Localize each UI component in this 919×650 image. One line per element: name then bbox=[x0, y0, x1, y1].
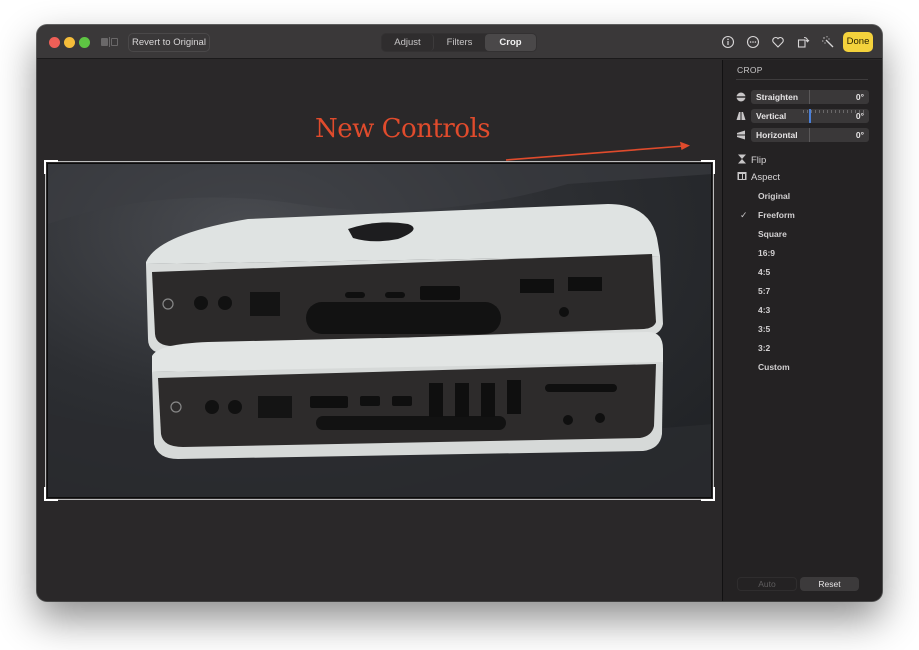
flip-button[interactable]: Flip bbox=[737, 154, 766, 167]
crop-handle-top-left[interactable] bbox=[44, 160, 58, 174]
straighten-value: 0° bbox=[855, 92, 864, 102]
rotate-icon[interactable] bbox=[796, 35, 810, 49]
minimize-window-button[interactable] bbox=[64, 37, 75, 48]
crop-handle-bottom-right[interactable] bbox=[701, 487, 715, 501]
sidebar-title: CROP bbox=[737, 65, 763, 75]
info-icon[interactable] bbox=[721, 35, 735, 49]
vertical-indicator[interactable] bbox=[809, 109, 811, 123]
aspect-option-16-9[interactable]: 16:9 bbox=[758, 247, 775, 259]
revert-to-original-button[interactable]: Revert to Original bbox=[128, 33, 210, 52]
crop-handle-top-right[interactable] bbox=[701, 160, 715, 174]
crop-sidebar: CROP Straighten 0° Vertical 0° Horizonta… bbox=[722, 60, 882, 601]
reset-button[interactable]: Reset bbox=[800, 577, 859, 591]
aspect-option-3-2[interactable]: 3:2 bbox=[758, 342, 770, 354]
aspect-label: Aspect bbox=[751, 172, 781, 183]
tab-filters[interactable]: Filters bbox=[434, 34, 485, 51]
zoom-window-button[interactable] bbox=[79, 37, 90, 48]
horizontal-row: Horizontal 0° bbox=[736, 128, 870, 142]
done-button[interactable]: Done bbox=[843, 32, 873, 52]
aspect-header[interactable]: Aspect bbox=[737, 171, 780, 184]
aspect-option-original[interactable]: Original bbox=[758, 190, 790, 202]
aspect-option-4-3[interactable]: 4:3 bbox=[758, 304, 770, 316]
horizontal-label: Horizontal bbox=[756, 130, 798, 140]
magic-wand-icon[interactable] bbox=[821, 35, 835, 49]
horizontal-indicator bbox=[809, 128, 810, 142]
tab-crop[interactable]: Crop bbox=[485, 34, 536, 51]
straighten-label: Straighten bbox=[756, 92, 799, 102]
crop-handle-bottom-left[interactable] bbox=[44, 487, 58, 501]
photos-edit-window: Revert to Original Adjust Filters Crop D… bbox=[37, 25, 882, 601]
auto-button[interactable]: Auto bbox=[737, 577, 797, 591]
vertical-value: 0° bbox=[855, 111, 864, 121]
flip-icon bbox=[738, 154, 746, 164]
annotation-label: New Controls bbox=[315, 114, 491, 144]
more-icon[interactable] bbox=[746, 35, 760, 49]
aspect-option-freeform[interactable]: Freeform bbox=[758, 209, 795, 221]
vertical-label: Vertical bbox=[756, 111, 787, 121]
vertical-slider[interactable]: Vertical 0° bbox=[751, 109, 869, 123]
straighten-row: Straighten 0° bbox=[736, 90, 870, 104]
flip-label: Flip bbox=[751, 155, 767, 166]
heart-icon[interactable] bbox=[771, 35, 785, 49]
aspect-option-custom[interactable]: Custom bbox=[758, 361, 790, 373]
close-window-button[interactable] bbox=[49, 37, 60, 48]
aspect-option-square[interactable]: Square bbox=[758, 228, 787, 240]
aspect-icon bbox=[737, 172, 747, 180]
straighten-indicator bbox=[809, 90, 810, 104]
aspect-option-3-5[interactable]: 3:5 bbox=[758, 323, 770, 335]
tab-adjust[interactable]: Adjust bbox=[382, 34, 434, 51]
compare-toggle-icon[interactable] bbox=[101, 37, 119, 47]
horizontal-slider[interactable]: Horizontal 0° bbox=[751, 128, 869, 142]
straighten-slider[interactable]: Straighten 0° bbox=[751, 90, 869, 104]
toolbar: Revert to Original Adjust Filters Crop D… bbox=[37, 25, 882, 59]
checkmark-icon: ✓ bbox=[740, 210, 748, 220]
horizontal-perspective-icon bbox=[737, 130, 745, 140]
straighten-icon bbox=[736, 92, 746, 102]
horizontal-value: 0° bbox=[855, 130, 864, 140]
aspect-option-5-7[interactable]: 5:7 bbox=[758, 285, 770, 297]
edit-mode-tabs: Adjust Filters Crop bbox=[381, 33, 537, 52]
photo-canvas: New Controls bbox=[37, 60, 722, 601]
vertical-perspective-icon bbox=[736, 112, 746, 120]
crop-frame[interactable] bbox=[45, 161, 714, 500]
aspect-option-4-5[interactable]: 4:5 bbox=[758, 266, 770, 278]
sidebar-divider bbox=[736, 79, 868, 80]
vertical-row: Vertical 0° bbox=[736, 109, 870, 123]
